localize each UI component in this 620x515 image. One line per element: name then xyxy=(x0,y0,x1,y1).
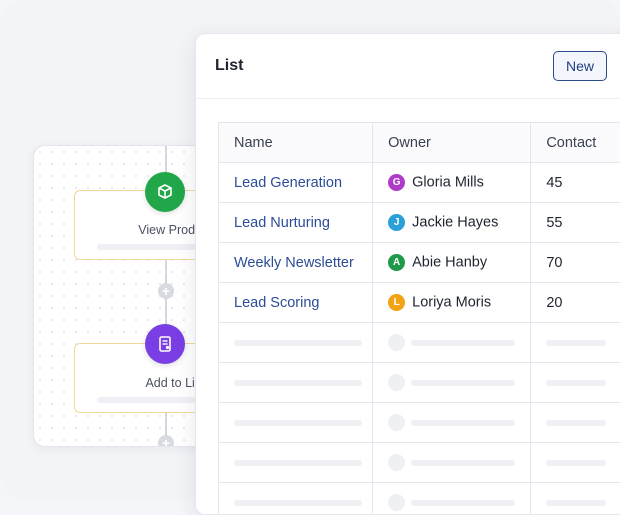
table-row[interactable]: Lead Nurturing J Jackie Hayes 55 xyxy=(219,203,620,243)
placeholder-cell xyxy=(531,323,620,363)
avatar: J xyxy=(388,214,405,231)
contact-count: 55 xyxy=(531,203,620,243)
contact-count: 20 xyxy=(531,283,620,323)
table-header-row: Name Owner Contact xyxy=(219,123,620,163)
placeholder-cell xyxy=(219,403,373,443)
column-header-owner[interactable]: Owner xyxy=(373,123,531,163)
add-step-button[interactable]: + xyxy=(158,435,174,447)
placeholder-cell xyxy=(373,483,531,515)
placeholder-cell xyxy=(219,363,373,403)
placeholder-cell xyxy=(373,443,531,483)
list-panel: List New Name Owner Contact Lead Generat… xyxy=(195,33,620,515)
placeholder-cell xyxy=(531,443,620,483)
column-header-name[interactable]: Name xyxy=(219,123,373,163)
contact-count: 70 xyxy=(531,243,620,283)
avatar: L xyxy=(388,294,405,311)
clipboard-icon xyxy=(145,324,185,364)
placeholder-cell xyxy=(531,403,620,443)
placeholder-row xyxy=(219,323,620,363)
placeholder-row xyxy=(219,443,620,483)
owner-name: Loriya Moris xyxy=(412,295,491,311)
box-icon xyxy=(145,172,185,212)
owner-name: Jackie Hayes xyxy=(412,215,498,231)
lists-table: Name Owner Contact Lead Generation G Glor… xyxy=(218,122,620,515)
placeholder-cell xyxy=(531,483,620,515)
panel-header: List New xyxy=(196,34,620,99)
column-header-contact[interactable]: Contact xyxy=(531,123,620,163)
owner-cell: G Gloria Mills xyxy=(373,163,531,203)
list-name-link[interactable]: Lead Generation xyxy=(219,163,373,203)
placeholder-cell xyxy=(373,403,531,443)
table-row[interactable]: Weekly Newsletter A Abie Hanby 70 xyxy=(219,243,620,283)
owner-name: Gloria Mills xyxy=(412,175,484,191)
owner-name: Abie Hanby xyxy=(412,255,487,271)
new-button[interactable]: New xyxy=(553,51,607,81)
placeholder-cell xyxy=(373,363,531,403)
list-name-link[interactable]: Lead Nurturing xyxy=(219,203,373,243)
placeholder-cell xyxy=(531,363,620,403)
list-name-link[interactable]: Weekly Newsletter xyxy=(219,243,373,283)
placeholder-row xyxy=(219,483,620,515)
placeholder-row xyxy=(219,363,620,403)
placeholder-row xyxy=(219,403,620,443)
add-step-button[interactable]: + xyxy=(158,283,174,299)
table-row[interactable]: Lead Scoring L Loriya Moris 20 xyxy=(219,283,620,323)
list-name-link[interactable]: Lead Scoring xyxy=(219,283,373,323)
avatar: G xyxy=(388,174,405,191)
placeholder-cell xyxy=(219,483,373,515)
owner-cell: L Loriya Moris xyxy=(373,283,531,323)
page-title: List xyxy=(215,57,243,75)
placeholder-cell xyxy=(219,443,373,483)
owner-cell: A Abie Hanby xyxy=(373,243,531,283)
placeholder-cell xyxy=(373,323,531,363)
contact-count: 45 xyxy=(531,163,620,203)
placeholder-cell xyxy=(219,323,373,363)
table-row[interactable]: Lead Generation G Gloria Mills 45 xyxy=(219,163,620,203)
avatar: A xyxy=(388,254,405,271)
owner-cell: J Jackie Hayes xyxy=(373,203,531,243)
